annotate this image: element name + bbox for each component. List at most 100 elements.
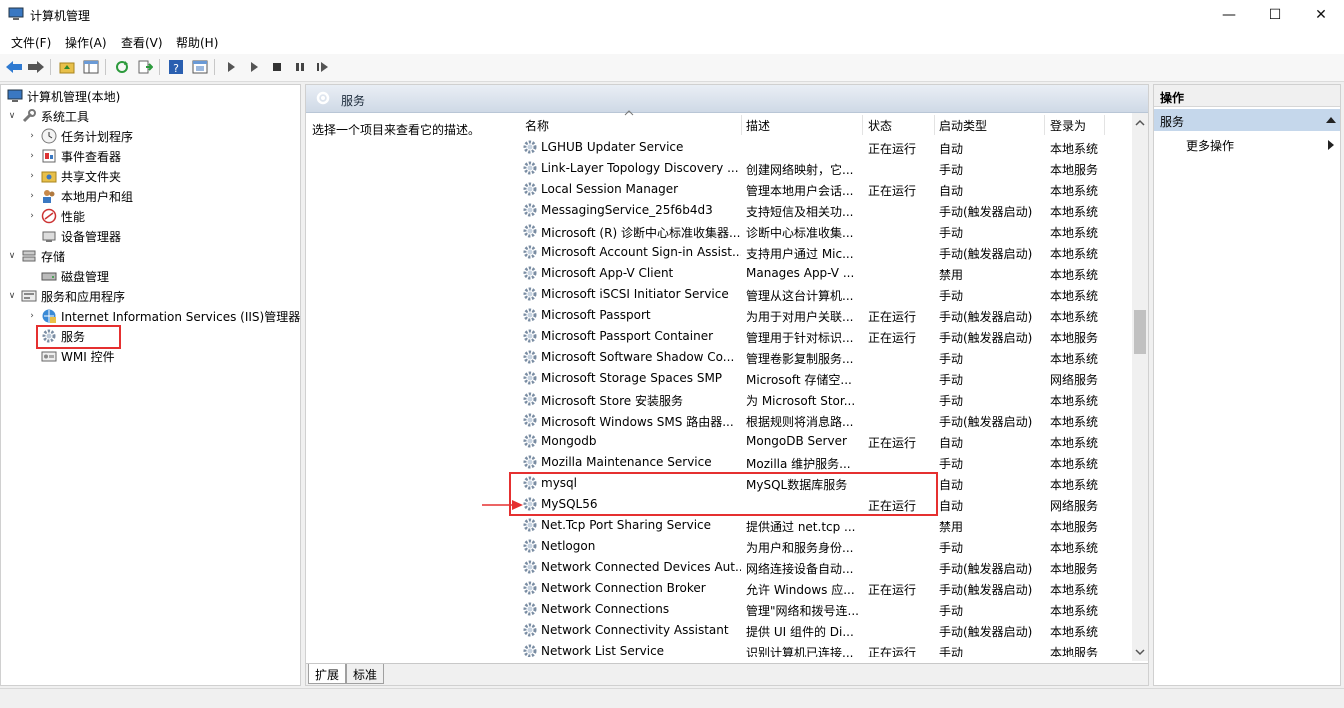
collapse-arrow-icon[interactable]: › <box>25 151 39 161</box>
tree-item-performance[interactable]: › 性能 <box>25 206 85 226</box>
table-row[interactable]: Microsoft Passport 为用于对用户关联... 正在运行 手动(触发器启… <box>516 305 1136 326</box>
table-row[interactable]: Microsoft Passport Container 管理用于针对标识... 正… <box>516 326 1136 347</box>
toolbar-separator <box>159 59 160 75</box>
scrollbar-thumb[interactable] <box>1134 310 1146 354</box>
column-logon-as[interactable]: 登录为 <box>1050 117 1086 134</box>
tab-standard[interactable]: 标准 <box>346 664 385 684</box>
tree-item-disk-management[interactable]: 磁盘管理 <box>25 266 109 286</box>
service-logon: 本地系统 <box>1050 247 1099 261</box>
collapse-arrow-icon[interactable]: › <box>25 311 39 321</box>
table-row[interactable]: LGHUB Updater Service 正在运行 自动 本地系统 <box>516 137 1136 158</box>
submenu-arrow-icon[interactable] <box>1328 140 1334 150</box>
service-name: MessagingService_25f6b4d3 <box>541 203 713 217</box>
column-startup-type[interactable]: 启动类型 <box>939 117 987 134</box>
collapse-arrow-icon[interactable]: › <box>25 171 39 181</box>
table-row[interactable]: Network Connection Broker 允许 Windows 应...… <box>516 578 1136 599</box>
table-row[interactable]: Network Connected Devices Aut... 网络连接设备自动… <box>516 557 1136 578</box>
tree-item-computer-management[interactable]: 计算机管理(本地) <box>5 86 120 106</box>
service-logon: 本地服务 <box>1050 520 1099 534</box>
vertical-scrollbar[interactable] <box>1132 113 1148 661</box>
start-service-2-icon[interactable] <box>245 58 263 76</box>
column-status[interactable]: 状态 <box>868 117 892 134</box>
table-row[interactable]: Microsoft App-V Client Manages App-V ... 禁… <box>516 263 1136 284</box>
export-list-icon[interactable] <box>136 58 154 76</box>
tree-item-system-tools[interactable]: ∨ 系统工具 <box>5 106 89 126</box>
column-separator[interactable] <box>862 115 863 135</box>
minimize-button[interactable]: — <box>1206 0 1252 30</box>
stop-service-icon[interactable] <box>268 58 286 76</box>
forward-icon[interactable] <box>27 58 45 76</box>
table-row[interactable]: Microsoft iSCSI Initiator Service 管理从这台计算… <box>516 284 1136 305</box>
scroll-down-icon[interactable] <box>1135 648 1145 656</box>
table-row[interactable]: MessagingService_25f6b4d3 支持短信及相关功... 手动(触… <box>516 200 1136 221</box>
table-row[interactable]: Network Connectivity Assistant 提供 UI 组件的 … <box>516 620 1136 641</box>
computer-management-icon <box>8 7 24 20</box>
column-separator[interactable] <box>1104 115 1105 135</box>
pause-service-icon[interactable] <box>291 58 309 76</box>
actions-header: 操作 <box>1154 85 1340 107</box>
table-row[interactable]: Microsoft (R) 诊断中心标准收集器... 诊断中心标准收集... 手动 本… <box>516 221 1136 242</box>
service-gear-icon <box>523 413 537 427</box>
restart-service-icon[interactable] <box>314 58 332 76</box>
tree-item-services-applications[interactable]: ∨ 服务和应用程序 <box>5 286 125 306</box>
collapse-arrow-icon[interactable]: › <box>25 191 39 201</box>
table-row[interactable]: Microsoft Software Shadow Co... 管理卷影复制服务.… <box>516 347 1136 368</box>
menu-view[interactable]: 查看(V) <box>121 34 163 51</box>
table-row[interactable]: Microsoft Account Sign-in Assist... 支持用户通… <box>516 242 1136 263</box>
close-button[interactable]: ✕ <box>1298 0 1344 30</box>
scroll-up-icon[interactable] <box>1135 119 1145 127</box>
service-desc: 为用户和服务身份... <box>746 541 854 555</box>
service-logon: 本地系统 <box>1050 205 1099 219</box>
column-name[interactable]: 名称 <box>525 117 549 134</box>
table-row[interactable]: Mozilla Maintenance Service Mozilla 维护服务.… <box>516 452 1136 473</box>
toolbar-separator <box>105 59 106 75</box>
table-row[interactable]: Netlogon 为用户和服务身份... 手动 本地系统 <box>516 536 1136 557</box>
properties-icon[interactable] <box>191 58 209 76</box>
start-service-icon[interactable] <box>222 58 240 76</box>
service-logon: 网络服务 <box>1050 499 1099 513</box>
service-desc: 根据规则将消息路... <box>746 415 854 429</box>
maximize-button[interactable]: ☐ <box>1252 0 1298 30</box>
up-folder-icon[interactable] <box>58 58 76 76</box>
table-row[interactable]: Net.Tcp Port Sharing Service 提供通过 net.tcp… <box>516 515 1136 536</box>
service-desc: 创建网络映射，它... <box>746 163 854 177</box>
collapse-arrow-icon[interactable]: › <box>25 211 39 221</box>
expand-arrow-icon[interactable]: ∨ <box>5 111 19 121</box>
help-icon[interactable]: ? <box>167 58 185 76</box>
tree-item-device-manager[interactable]: 设备管理器 <box>25 226 121 246</box>
service-gear-icon <box>523 329 537 343</box>
table-row[interactable]: Microsoft Storage Spaces SMP Microsoft 存储… <box>516 368 1136 389</box>
tab-extended[interactable]: 扩展 <box>308 664 347 684</box>
tree-item-task-scheduler[interactable]: › 任务计划程序 <box>25 126 133 146</box>
table-row[interactable]: Microsoft Windows SMS 路由器... 根据规则将消息路... 手… <box>516 410 1136 431</box>
column-separator[interactable] <box>934 115 935 135</box>
menu-help[interactable]: 帮助(H) <box>176 34 218 51</box>
actions-group-services[interactable]: 服务 <box>1154 109 1340 131</box>
tree-item-iis-manager[interactable]: › Internet Information Services (IIS)管理器 <box>25 306 300 326</box>
tree-item-event-viewer[interactable]: › 事件查看器 <box>25 146 121 166</box>
table-row[interactable]: Network List Service 识别计算机已连接... 正在运行 手动 本地服… <box>516 641 1136 657</box>
column-separator[interactable] <box>1044 115 1045 135</box>
collapse-up-icon[interactable] <box>1326 117 1336 123</box>
table-row[interactable]: Link-Layer Topology Discovery ... 创建网络映射，… <box>516 158 1136 179</box>
tree-item-local-users-groups[interactable]: › 本地用户和组 <box>25 186 133 206</box>
column-description[interactable]: 描述 <box>746 117 770 134</box>
table-row[interactable]: Mongodb MongoDB Server 正在运行 自动 本地系统 <box>516 431 1136 452</box>
column-separator[interactable] <box>741 115 742 135</box>
tree-item-wmi-control[interactable]: WMI 控件 <box>25 346 115 366</box>
expand-arrow-icon[interactable]: ∨ <box>5 251 19 261</box>
table-row[interactable]: Network Connections 管理"网络和拨号连... 手动 本地系统 <box>516 599 1136 620</box>
collapse-arrow-icon[interactable]: › <box>25 131 39 141</box>
tree-item-storage[interactable]: ∨ 存储 <box>5 246 65 266</box>
menu-action[interactable]: 操作(A) <box>65 34 107 51</box>
expand-arrow-icon[interactable]: ∨ <box>5 291 19 301</box>
back-icon[interactable] <box>5 58 23 76</box>
refresh-icon[interactable] <box>113 58 131 76</box>
tree-item-shared-folders[interactable]: › 共享文件夹 <box>25 166 121 186</box>
table-row[interactable]: Local Session Manager 管理本地用户会话... 正在运行 自动 本地… <box>516 179 1136 200</box>
menu-file[interactable]: 文件(F) <box>11 34 51 51</box>
more-actions[interactable]: 更多操作 <box>1186 137 1234 154</box>
highlight-box-services <box>36 325 121 349</box>
table-row[interactable]: Microsoft Store 安装服务 为 Microsoft Stor... 手… <box>516 389 1136 410</box>
show-hide-tree-icon[interactable] <box>82 58 100 76</box>
